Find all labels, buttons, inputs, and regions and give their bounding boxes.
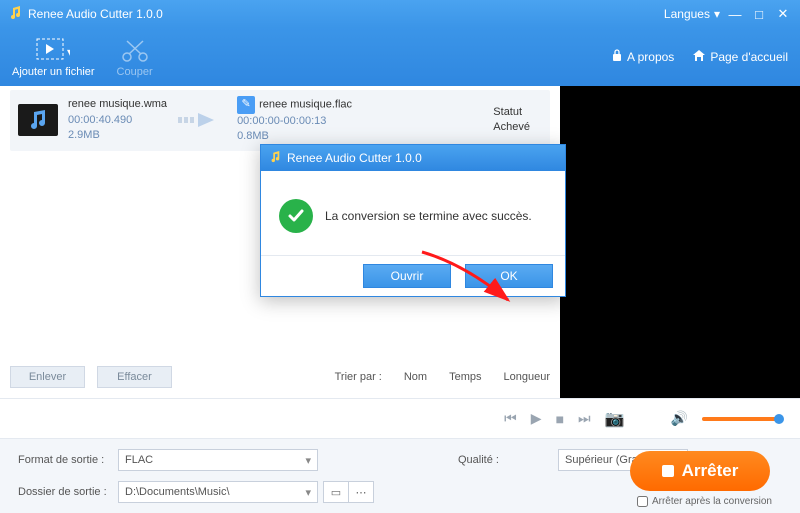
chevron-down-icon: ▾ <box>714 7 720 21</box>
app-title: Renee Audio Cutter 1.0.0 <box>28 7 163 21</box>
scissors-icon <box>121 36 149 66</box>
add-file-button[interactable]: ▾ Ajouter un fichier <box>12 36 95 78</box>
snapshot-button[interactable]: 📷 <box>605 409 625 429</box>
dialog-ok-button[interactable]: OK <box>465 264 553 288</box>
dialog-message: La conversion se termine avec succès. <box>325 209 532 223</box>
prev-button[interactable]: ⏮ <box>504 410 517 427</box>
stop-playback-button[interactable]: ■ <box>556 411 564 427</box>
stop-after-checkbox[interactable]: Arrêter après la conversion <box>637 496 772 507</box>
format-select[interactable]: FLAC▾ <box>118 449 318 471</box>
sort-by-label: Trier par : <box>335 371 382 383</box>
dest-file-range: 00:00:00-00:00:13 <box>237 114 352 129</box>
dest-file-info: ✎ renee musique.flac 00:00:00-00:00:13 0.… <box>237 96 352 145</box>
chevron-down-icon: ▾ <box>305 454 311 467</box>
success-dialog: Renee Audio Cutter 1.0.0 La conversion s… <box>260 144 566 297</box>
stop-icon <box>662 465 674 477</box>
app-logo-icon <box>269 151 281 166</box>
sort-name[interactable]: Nom <box>404 371 427 383</box>
source-file-name: renee musique.wma <box>68 97 167 112</box>
status-column: Statut Achevé <box>493 105 542 136</box>
dest-file-name: renee musique.flac <box>259 98 352 110</box>
close-button[interactable]: ✕ <box>774 6 792 22</box>
maximize-button[interactable]: □ <box>750 7 768 22</box>
sort-controls: Trier par : Nom Temps Longueur <box>335 371 550 383</box>
minimize-button[interactable]: — <box>726 7 744 22</box>
dialog-titlebar: Renee Audio Cutter 1.0.0 <box>261 145 565 171</box>
convert-arrow-icon <box>167 111 237 129</box>
add-file-label: Ajouter un fichier <box>12 66 95 78</box>
lock-icon <box>611 49 623 65</box>
dest-file-size: 0.8MB <box>237 129 352 144</box>
sort-time[interactable]: Temps <box>449 371 481 383</box>
volume-slider[interactable] <box>702 417 782 421</box>
main-toolbar: ▾ Ajouter un fichier Couper A propos Pag… <box>0 28 800 86</box>
player-bar: ⏮ ▶ ■ ⏭ 📷 🔊 <box>0 398 800 438</box>
next-button[interactable]: ⏭ <box>578 410 591 427</box>
home-icon <box>692 49 706 65</box>
remove-button[interactable]: Enlever <box>10 366 85 388</box>
clear-button[interactable]: Effacer <box>97 366 172 388</box>
format-label: Format de sortie : <box>18 454 118 466</box>
cut-label: Couper <box>117 66 153 78</box>
dialog-title: Renee Audio Cutter 1.0.0 <box>287 151 422 165</box>
folder-select[interactable]: D:\Documents\Music\▾ <box>118 481 318 503</box>
quality-label: Qualité : <box>458 454 558 466</box>
browse-folder-button[interactable]: ⋯ <box>348 481 374 503</box>
play-button[interactable]: ▶ <box>531 410 542 427</box>
cut-button: Couper <box>117 36 153 78</box>
app-logo-icon <box>8 6 22 23</box>
language-dropdown[interactable]: Langues ▾ <box>664 7 720 21</box>
stop-after-input[interactable] <box>637 496 648 507</box>
open-folder-button[interactable]: ▭ <box>323 481 349 503</box>
file-thumbnail <box>18 104 58 136</box>
list-footer: Enlever Effacer Trier par : Nom Temps Lo… <box>10 366 550 388</box>
output-panel: Format de sortie : FLAC▾ Qualité : Supér… <box>0 438 800 513</box>
source-file-info: renee musique.wma 00:00:40.490 2.9MB <box>68 97 167 143</box>
title-bar: Renee Audio Cutter 1.0.0 Langues ▾ — □ ✕ <box>0 0 800 28</box>
chevron-down-icon: ▾ <box>305 486 311 499</box>
success-check-icon <box>279 199 313 233</box>
source-file-size: 2.9MB <box>68 128 167 143</box>
add-file-icon: ▾ <box>36 36 70 66</box>
source-file-duration: 00:00:40.490 <box>68 113 167 128</box>
status-value: Achevé <box>493 120 530 135</box>
about-link[interactable]: A propos <box>611 49 674 65</box>
dialog-open-button[interactable]: Ouvrir <box>363 264 451 288</box>
folder-label: Dossier de sortie : <box>18 486 118 498</box>
status-label: Statut <box>493 105 530 120</box>
svg-text:▾: ▾ <box>67 45 70 59</box>
preview-panel <box>560 86 800 398</box>
volume-icon[interactable]: 🔊 <box>671 410 688 427</box>
stop-conversion-button[interactable]: Arrêter <box>630 451 770 491</box>
file-row[interactable]: renee musique.wma 00:00:40.490 2.9MB ✎ re… <box>10 90 550 151</box>
sort-length[interactable]: Longueur <box>504 371 551 383</box>
home-link[interactable]: Page d'accueil <box>692 49 788 65</box>
pencil-icon: ✎ <box>237 96 255 114</box>
